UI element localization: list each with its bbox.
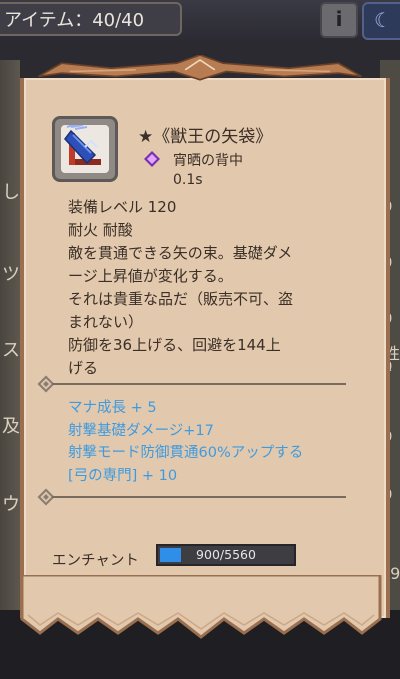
- item-class: 宵晒の背中: [173, 153, 243, 169]
- description-line: それは貴重な品だ（販売不可、盗: [68, 290, 294, 308]
- background-left-column: し ツ ス 及 ウ: [0, 60, 20, 620]
- bg-fragment: ウ: [2, 494, 20, 515]
- stat-line: 射撃基礎ダメージ+17: [68, 422, 214, 439]
- stat-line: 射撃モード防御貫通60%アップする: [68, 445, 304, 461]
- description-line: まれない）: [68, 313, 144, 331]
- description-line: ージ上昇値が変化する。: [68, 267, 233, 285]
- item-count-label: アイテム：40/40: [0, 2, 182, 36]
- purple-gem-icon: [144, 151, 160, 167]
- item-description: 装備レベル 120 耐火 耐酸 敵を貫通できる矢の束。基礎ダメ ージ上昇値が変化…: [68, 196, 368, 380]
- divider: [52, 496, 346, 498]
- enchant-progress-bar: 900/5560: [156, 544, 296, 566]
- quiver-icon: [61, 122, 109, 173]
- bg-fragment: 及: [2, 416, 20, 437]
- description-line: 耐火 耐酸: [68, 221, 133, 239]
- stat-line: [弓の専門] + 10: [68, 467, 178, 484]
- description-line: 装備レベル 120: [68, 198, 177, 216]
- panel-top-rod: [38, 55, 362, 81]
- stat-line: マナ成長 + 5: [68, 400, 157, 416]
- item-stats: マナ成長 + 5 射撃基礎ダメージ+17 射撃モード防御貫通60%アップする […: [68, 397, 303, 487]
- moon-icon[interactable]: ☾: [362, 2, 400, 40]
- info-button[interactable]: i: [320, 2, 358, 38]
- divider: [52, 383, 346, 385]
- item-icon-frame: [52, 116, 118, 182]
- description-line: 敵を貫通できる矢の束。基礎ダメ: [68, 244, 293, 262]
- description-line: 防御を36上げる、回避を144上: [68, 336, 281, 354]
- description-line: げる: [68, 359, 99, 377]
- bg-fragment: ス: [2, 340, 20, 361]
- panel-bottom-fringe: [20, 575, 382, 639]
- item-title: ★《獣王の矢袋》: [138, 127, 273, 147]
- enchant-label: エンチャント: [52, 553, 139, 569]
- bg-fragment: し: [2, 182, 20, 203]
- item-speed: 0.1s: [173, 172, 203, 188]
- bg-fragment: ツ: [2, 264, 20, 285]
- enchant-progress-text: 900/5560: [196, 547, 256, 562]
